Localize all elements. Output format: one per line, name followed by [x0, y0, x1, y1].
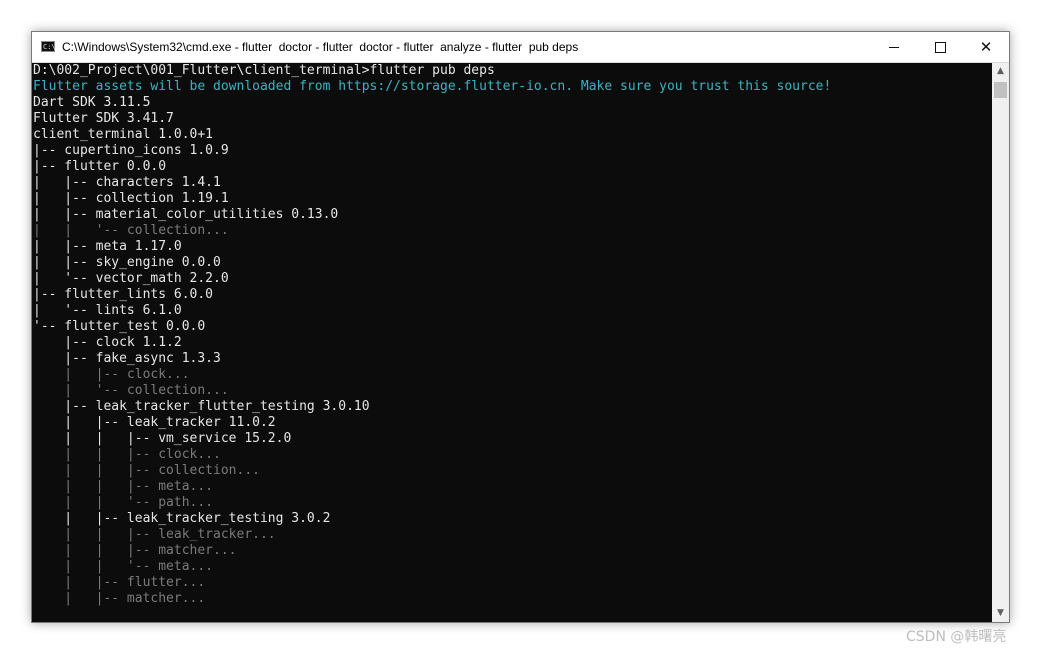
terminal-line: | | '-- collection...: [33, 223, 229, 238]
terminal-line: | '-- collection...: [33, 383, 229, 398]
close-button[interactable]: ✕: [963, 32, 1009, 62]
terminal-line: | |-- characters 1.4.1: [33, 175, 221, 190]
terminal-line: client_terminal 1.0.0+1: [33, 127, 214, 142]
minimize-button[interactable]: [871, 32, 917, 62]
terminal-line: Flutter SDK 3.41.7: [33, 111, 174, 126]
terminal-line: | | |-- meta...: [33, 479, 214, 494]
terminal-line: | |-- sky_engine 0.0.0: [33, 255, 221, 270]
terminal-line: |-- cupertino_icons 1.0.9: [33, 143, 229, 158]
terminal-line: |-- flutter 0.0.0: [33, 159, 167, 174]
scrollbar-thumb[interactable]: [994, 82, 1007, 98]
maximize-button[interactable]: [917, 32, 963, 62]
scroll-down-icon[interactable]: ▼: [992, 605, 1009, 622]
terminal-line: |-- leak_tracker_flutter_testing 3.0.10: [33, 399, 370, 414]
terminal-line: | |-- leak_tracker_testing 3.0.2: [33, 511, 331, 526]
console-window: C:\ C:\Windows\System32\cmd.exe - flutte…: [31, 31, 1010, 623]
window-title: C:\Windows\System32\cmd.exe - flutter do…: [62, 40, 579, 54]
terminal-line: D:\002_Project\001_Flutter\client_termin…: [33, 63, 495, 78]
terminal-line: '-- flutter_test 0.0.0: [33, 319, 206, 334]
terminal-line: | | |-- leak_tracker...: [33, 527, 276, 542]
title-bar[interactable]: C:\ C:\Windows\System32\cmd.exe - flutte…: [32, 32, 1009, 63]
terminal-line: | |-- flutter...: [33, 575, 206, 590]
terminal-line: |-- clock 1.1.2: [33, 335, 182, 350]
terminal-line: | | |-- matcher...: [33, 543, 237, 558]
terminal-line: | |-- leak_tracker 11.0.2: [33, 415, 276, 430]
close-icon: ✕: [979, 38, 993, 56]
terminal-line: | | |-- vm_service 15.2.0: [33, 431, 292, 446]
terminal-line: |-- flutter_lints 6.0.0: [33, 287, 214, 302]
terminal-line: | | '-- path...: [33, 495, 214, 510]
terminal-line: |-- fake_async 1.3.3: [33, 351, 221, 366]
minimize-icon: [889, 46, 899, 48]
terminal-line: | | |-- clock...: [33, 447, 221, 462]
terminal-line: | |-- collection 1.19.1: [33, 191, 229, 206]
terminal-line: | |-- material_color_utilities 0.13.0: [33, 207, 339, 222]
terminal-line: | | |-- collection...: [33, 463, 260, 478]
terminal-line: Dart SDK 3.11.5: [33, 95, 151, 110]
terminal-line: | | '-- meta...: [33, 559, 214, 574]
watermark: CSDN @韩曙亮: [906, 629, 1007, 645]
scroll-up-icon[interactable]: ▲: [992, 63, 1009, 80]
terminal-line: | |-- meta 1.17.0: [33, 239, 182, 254]
terminal-line: | |-- clock...: [33, 367, 190, 382]
cmd-icon[interactable]: C:\: [41, 41, 56, 52]
terminal-line: | '-- lints 6.1.0: [33, 303, 182, 318]
maximize-icon: [934, 41, 946, 53]
terminal-line: | '-- vector_math 2.2.0: [33, 271, 229, 286]
terminal-line: | |-- matcher...: [33, 591, 206, 606]
terminal-line: Flutter assets will be downloaded from h…: [33, 79, 832, 94]
terminal-output[interactable]: D:\002_Project\001_Flutter\client_termin…: [32, 63, 992, 622]
vertical-scrollbar[interactable]: ▲ ▼: [992, 63, 1009, 622]
